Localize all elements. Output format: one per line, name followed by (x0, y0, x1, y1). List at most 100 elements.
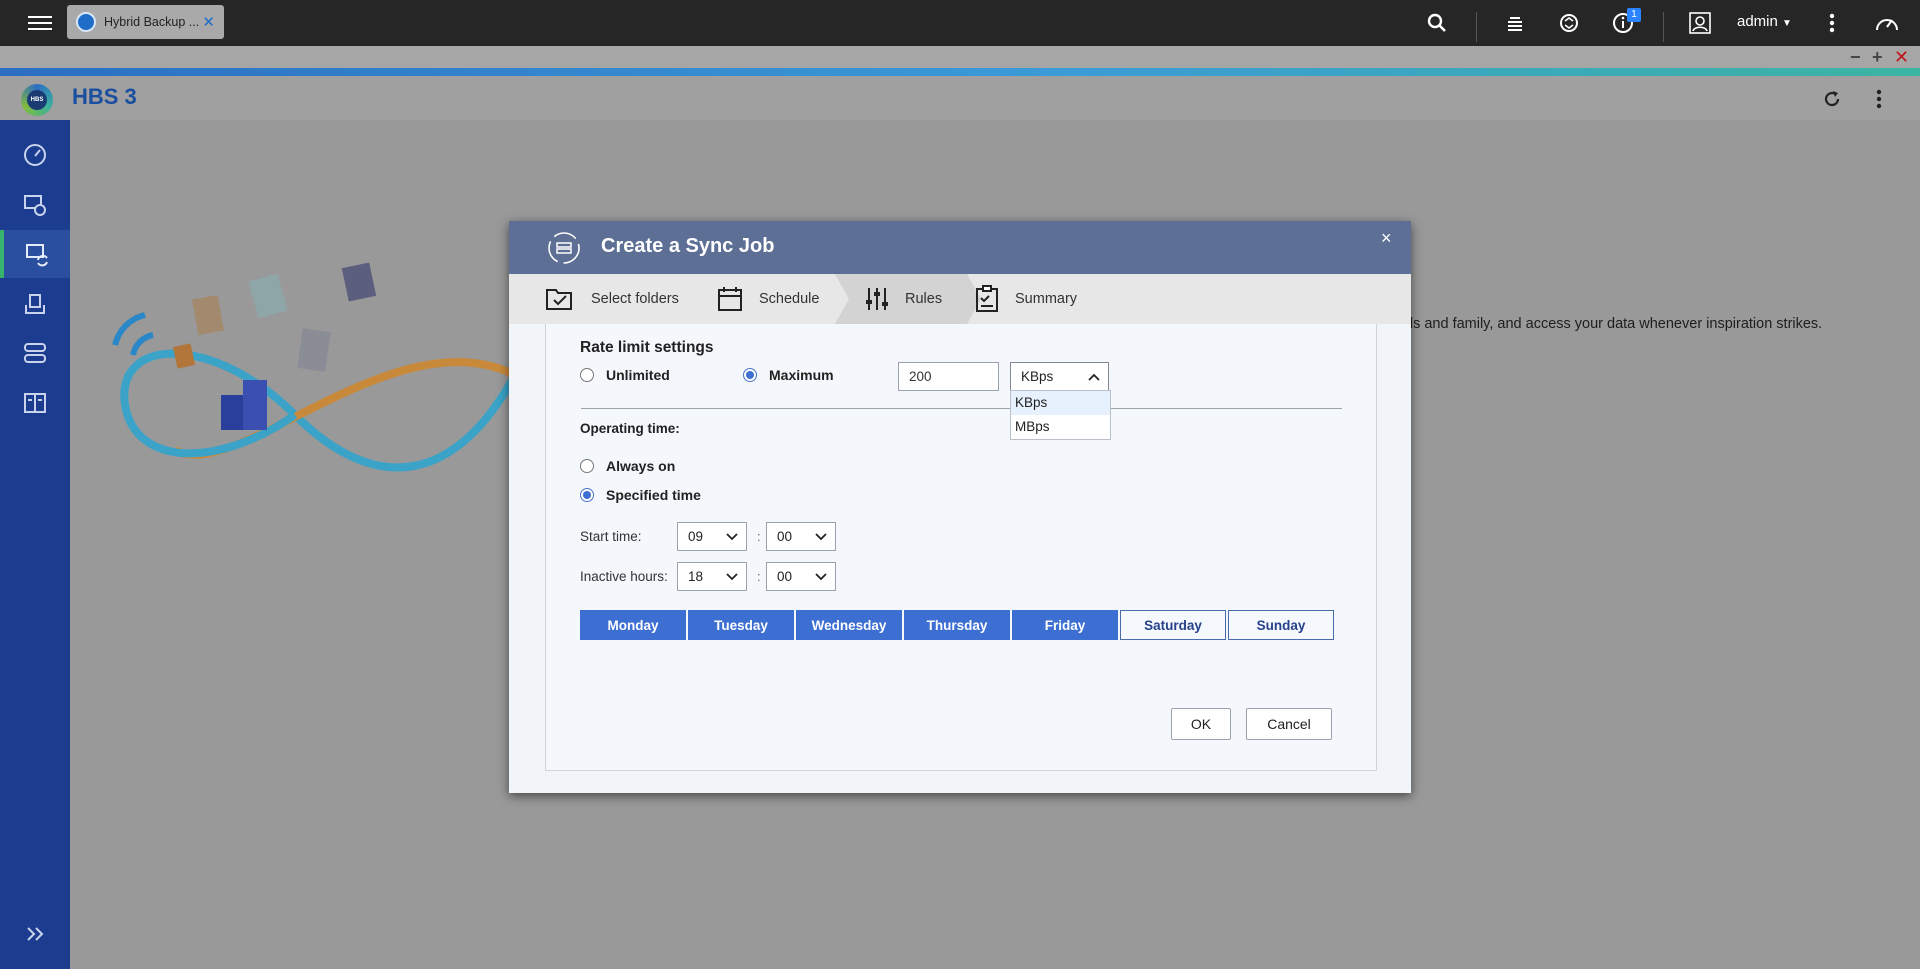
start-hour-select[interactable]: 09 (677, 522, 747, 551)
step-label: Schedule (759, 291, 820, 307)
sync-illustration (112, 262, 515, 472)
time-separator: : (757, 529, 761, 544)
services-icon (24, 343, 46, 363)
folder-check-icon (546, 289, 572, 310)
dashboard-icon[interactable] (1874, 10, 1900, 36)
chevron-down-icon (726, 572, 738, 580)
step-select-folders[interactable]: Select folders (545, 274, 679, 324)
inactive-hours-label: Inactive hours: (580, 569, 668, 584)
dialog-header: Create a Sync Job × (509, 221, 1411, 274)
radio-maximum[interactable]: Maximum (743, 367, 834, 383)
radio-circle (580, 459, 594, 473)
window-bar (0, 46, 1920, 68)
chevron-down-icon (815, 572, 827, 580)
step-schedule[interactable]: Schedule (717, 274, 819, 324)
radio-label: Unlimited (606, 367, 670, 383)
menu-icon[interactable] (28, 12, 52, 32)
rate-limit-value-input[interactable] (898, 362, 999, 391)
dropdown-option-mbps[interactable]: MBps (1011, 415, 1110, 439)
sync-icon[interactable] (1556, 10, 1582, 36)
caret-down-icon: ▼ (1782, 18, 1792, 29)
select-value: KBps (1021, 369, 1054, 384)
rate-limit-heading: Rate limit settings (580, 339, 714, 356)
app-header (0, 76, 1920, 120)
select-value: 00 (777, 569, 793, 584)
step-label: Select folders (591, 291, 679, 307)
dialog-title: Create a Sync Job (601, 235, 775, 257)
sidebar-item-services[interactable] (0, 329, 70, 377)
sync-icon (26, 244, 48, 267)
clipboard-icon (976, 285, 998, 312)
wizard-steps: Select folders Schedule Rules Summary (509, 274, 1411, 324)
stack-icon[interactable] (1502, 10, 1528, 36)
hbs-logo: HBS (21, 84, 53, 116)
minimize-icon[interactable]: − (1850, 46, 1861, 68)
radio-label: Always on (606, 458, 676, 474)
radio-unlimited[interactable]: Unlimited (580, 367, 670, 383)
close-tab-icon[interactable]: ✕ (202, 13, 215, 31)
step-label: Summary (1015, 291, 1078, 307)
time-separator: : (757, 569, 761, 584)
inactive-hour-select[interactable]: 18 (677, 562, 747, 591)
storage-space-icon (25, 294, 45, 314)
chevron-up-icon (1088, 373, 1100, 381)
close-window-icon[interactable]: ✕ (1894, 46, 1909, 68)
logs-icon (24, 393, 46, 413)
taskbar-divider (1476, 12, 1477, 42)
chevron-down-icon (726, 532, 738, 540)
day-thursday[interactable]: Thursday (904, 610, 1010, 640)
day-saturday[interactable]: Saturday (1120, 610, 1226, 640)
notification-badge: 1 (1627, 8, 1641, 22)
radio-specified-time[interactable]: Specified time (580, 487, 701, 503)
sidebar-expand[interactable] (0, 910, 70, 958)
inactive-minute-select[interactable]: 00 (766, 562, 836, 591)
rules-panel: Rate limit settings Unlimited Maximum KB… (545, 324, 1377, 771)
sidebar-item-sync[interactable] (0, 230, 70, 278)
app-more-icon[interactable] (1866, 86, 1892, 112)
search-icon[interactable] (1424, 10, 1450, 36)
ok-button[interactable]: OK (1171, 708, 1231, 740)
app-tab-hybrid-backup[interactable]: Hybrid Backup ... ✕ (67, 5, 224, 39)
logo-text: HBS (27, 90, 47, 110)
sidebar-item-storage-space[interactable] (0, 280, 70, 328)
user-menu[interactable]: admin ▼ (1737, 13, 1792, 30)
step-summary[interactable]: Summary (975, 274, 1077, 324)
day-sunday[interactable]: Sunday (1228, 610, 1334, 640)
radio-circle (580, 368, 594, 382)
sliders-icon (866, 288, 888, 310)
sidebar-item-backup-restore[interactable] (0, 181, 70, 229)
calendar-icon (718, 287, 742, 311)
background-tagline: ds and family, and access your data when… (1405, 316, 1823, 332)
day-wednesday[interactable]: Wednesday (796, 610, 902, 640)
expand-icon (27, 927, 44, 941)
day-monday[interactable]: Monday (580, 610, 686, 640)
maximize-icon[interactable]: + (1872, 46, 1883, 68)
refresh-icon[interactable] (1819, 86, 1845, 112)
radio-circle-selected (580, 488, 594, 502)
radio-always-on[interactable]: Always on (580, 458, 675, 474)
start-minute-select[interactable]: 00 (766, 522, 836, 551)
dropdown-option-kbps[interactable]: KBps (1011, 391, 1110, 415)
sidebar-item-overview[interactable] (0, 131, 70, 179)
unit-dropdown-menu: KBps MBps (1010, 390, 1111, 440)
cancel-button[interactable]: Cancel (1246, 708, 1332, 740)
more-icon[interactable] (1819, 10, 1845, 36)
sidebar-item-logs[interactable] (0, 379, 70, 427)
day-friday[interactable]: Friday (1012, 610, 1118, 640)
weekday-selector: Monday Tuesday Wednesday Thursday Friday… (580, 610, 1336, 640)
backup-restore-icon (24, 195, 46, 216)
user-icon[interactable] (1687, 10, 1713, 36)
app-title: HBS 3 (72, 84, 137, 109)
chevron-down-icon (815, 532, 827, 540)
hbs-app-icon (76, 12, 96, 32)
select-value: 09 (688, 529, 704, 544)
close-icon[interactable]: × (1381, 228, 1392, 249)
radio-label: Specified time (606, 487, 701, 503)
rate-unit-select[interactable]: KBps (1010, 362, 1109, 391)
step-separator (835, 274, 849, 324)
step-rules[interactable]: Rules (849, 274, 967, 324)
app-tab-label: Hybrid Backup ... (104, 15, 200, 29)
username: admin (1737, 13, 1778, 30)
day-tuesday[interactable]: Tuesday (688, 610, 794, 640)
operating-time-heading: Operating time: (580, 421, 680, 436)
